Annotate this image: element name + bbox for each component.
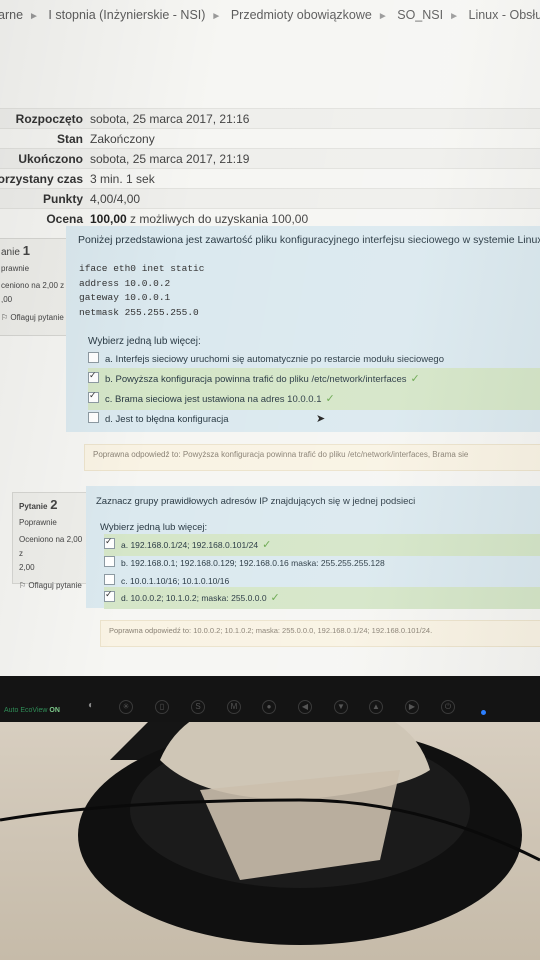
correct-check-icon: ✓ — [410, 373, 420, 385]
summary-value: 100,00 z możliwych do uzyskania 100,00 — [90, 212, 308, 226]
monitor-button[interactable]: M — [227, 700, 241, 714]
summary-value: 4,00/4,00 — [90, 192, 141, 206]
question-2-info: Pytanie 2 Poprawnie Oceniono na 2,00 z 2,… — [12, 492, 88, 590]
summary-value: 3 min. 1 sek — [90, 172, 155, 186]
checkbox[interactable] — [88, 412, 99, 423]
summary-value: sobota, 25 marca 2017, 21:16 — [90, 112, 250, 126]
answer-option-d[interactable]: d. Jest to błędna konfiguracja — [88, 408, 538, 430]
summary-label: Ocena — [46, 212, 83, 226]
question-label: Pytanie — [19, 502, 48, 511]
attempt-summary-table: Rozpoczęto sobota, 25 marca 2017, 21:16 S… — [0, 108, 540, 228]
question-1-content: Poniżej przedstawiona jest zawartość pli… — [66, 226, 540, 432]
option-label: c. 10.0.1.10/16; 10.1.0.10/16 — [121, 576, 230, 586]
question-status: prawnie — [1, 264, 30, 273]
checkbox[interactable] — [88, 352, 99, 363]
summary-row: Ukończono sobota, 25 marca 2017, 21:19 — [0, 148, 540, 168]
code-line: netmask 255.255.255.0 — [79, 307, 199, 319]
code-line: gateway 10.0.0.1 — [79, 292, 171, 304]
answer-prompt: Wybierz jedną lub więcej: — [88, 336, 201, 347]
question-score: ceniono na 2,00 z ,00 — [1, 281, 65, 304]
option-label: b. 192.168.0.1; 192.168.0.129; 192.168.0… — [121, 558, 385, 568]
option-label: a. Interfejs sieciowy uruchomi się autom… — [105, 354, 444, 365]
answer-option-b[interactable]: b. Powyższa konfiguracja powinna trafić … — [88, 368, 540, 390]
grade-suffix: z możliwych do uzyskania 100,00 — [126, 212, 309, 226]
question-status: Poprawnie — [19, 518, 57, 527]
photo-scene: arne ► I stopnia (Inżynierskie - NSI) ► Pr… — [0, 0, 540, 960]
summary-row: Punkty 4,00/4,00 — [0, 188, 540, 208]
option-label: d. 10.0.0.2; 10.1.0.2; maska: 255.0.0.0 — [121, 593, 267, 603]
correct-check-icon: ✓ — [262, 539, 272, 551]
monitor-screen: arne ► I stopnia (Inżynierskie - NSI) ► Pr… — [0, 0, 540, 676]
option-label: d. Jest to błędna konfiguracja — [105, 414, 229, 425]
answer-option-a[interactable]: a. Interfejs sieciowy uruchomi się autom… — [88, 348, 538, 370]
power-led — [481, 710, 486, 715]
summary-row: Rozpoczęto sobota, 25 marca 2017, 21:16 — [0, 108, 540, 128]
monitor-button[interactable]: ◀ — [298, 700, 312, 714]
grade-value: 100,00 — [90, 212, 127, 226]
checkbox-checked[interactable] — [104, 536, 115, 549]
monitor-button[interactable]: ▯ — [155, 700, 169, 714]
checkbox-checked[interactable] — [88, 390, 99, 403]
answer-option-d[interactable]: d. 10.0.0.2; 10.1.0.2; maska: 255.0.0.0✓ — [104, 587, 540, 609]
option-label: c. Brama sieciowa jest ustawiona na adre… — [105, 394, 322, 405]
summary-label: Rozpoczęto — [15, 112, 83, 126]
summary-row: Stan Zakończony — [0, 128, 540, 148]
code-line: iface eth0 inet static — [79, 263, 205, 274]
question-text: Zaznacz grupy prawidłowych adresów IP zn… — [96, 496, 416, 507]
summary-row: Ocena 100,00 z możliwych do uzyskania 100… — [0, 208, 540, 228]
monitor-button[interactable]: ▼ — [334, 700, 348, 714]
summary-label: ykorzystany czas — [0, 172, 83, 186]
monitor-button[interactable]: ▶ — [405, 700, 419, 714]
breadcrumb: arne ► I stopnia (Inżynierskie - NSI) ► Pr… — [0, 8, 540, 22]
mouse-cursor-icon: ➤ — [316, 413, 326, 425]
summary-value: sobota, 25 marca 2017, 21:19 — [90, 152, 250, 166]
checkbox-checked[interactable] — [104, 589, 115, 602]
correct-answer-feedback: Poprawna odpowiedź to: Powyższa konfigur… — [84, 444, 540, 471]
power-button[interactable]: ⏻ — [441, 700, 455, 714]
question-text: Poniżej przedstawiona jest zawartość pli… — [78, 234, 540, 246]
breadcrumb-item[interactable]: arne — [0, 8, 23, 22]
question-label: anie — [1, 247, 20, 258]
question-number: 1 — [22, 243, 30, 258]
summary-row: ykorzystany czas 3 min. 1 sek — [0, 168, 540, 188]
monitor-button[interactable]: S — [191, 700, 205, 714]
checkbox[interactable] — [104, 556, 115, 567]
flag-label: Oflaguj pytanie — [10, 313, 64, 322]
summary-label: Stan — [56, 132, 83, 146]
monitor-button[interactable]: ▲ — [369, 700, 383, 714]
summary-value: Zakończony — [90, 132, 155, 146]
option-label: b. Powyższa konfiguracja powinna trafić … — [105, 374, 407, 385]
question-number: 2 — [50, 497, 58, 512]
breadcrumb-item[interactable]: I stopnia (Inżynierskie - NSI) — [48, 8, 205, 22]
correct-answer-feedback: Poprawna odpowiedź to: 10.0.0.2; 10.1.0.… — [100, 620, 540, 647]
flag-question-button[interactable]: ⚐ Oflaguj pytanie — [1, 313, 69, 322]
question-score: Oceniono na 2,00 z 2,00 — [19, 535, 83, 572]
config-code-block: iface eth0 inet static address 10.0.0.2 … — [79, 262, 204, 321]
flag-question-button[interactable]: ⚐ Oflaguj pytanie — [19, 581, 87, 590]
answer-prompt: Wybierz jedną lub więcej: — [100, 522, 208, 533]
question-1-info: anie 1 prawnie ceniono na 2,00 z ,00 ⚐ Of… — [0, 238, 70, 336]
flag-icon: ⚐ — [1, 313, 9, 322]
checkbox-checked[interactable] — [88, 370, 99, 383]
monitor-button[interactable]: ✳ — [119, 700, 133, 714]
question-2-content: Zaznacz grupy prawidłowych adresów IP zn… — [86, 486, 540, 609]
code-line: address 10.0.0.2 — [79, 277, 171, 289]
correct-check-icon: ✓ — [325, 393, 335, 405]
summary-label: Ukończono — [18, 152, 83, 166]
flag-icon: ⚐ — [19, 581, 27, 590]
breadcrumb-item[interactable]: Przedmioty obowiązkowe — [231, 8, 372, 22]
ecoview-sensor-icon: ◐ — [87, 700, 95, 711]
correct-check-icon: ✓ — [270, 592, 280, 604]
ecoview-label: Auto EcoView ON — [4, 707, 60, 714]
option-label: a. 192.168.0.1/24; 192.168.0.101/24 — [121, 540, 259, 550]
breadcrumb-item[interactable]: SO_NSI — [397, 8, 443, 22]
summary-label: Punkty — [42, 192, 83, 206]
monitor-bezel: Auto EcoView ON ◐ ✳ ▯ S M ● ◀ ▼ ▲ ▶ ⏻ — [0, 676, 540, 722]
answer-option-c[interactable]: c. Brama sieciowa jest ustawiona na adre… — [88, 388, 540, 410]
breadcrumb-item[interactable]: Linux - Obsługa sieci (25 III / — [469, 8, 540, 22]
checkbox[interactable] — [104, 574, 115, 585]
flag-label: Oflaguj pytanie — [28, 581, 82, 590]
monitor-button[interactable]: ● — [262, 700, 276, 714]
